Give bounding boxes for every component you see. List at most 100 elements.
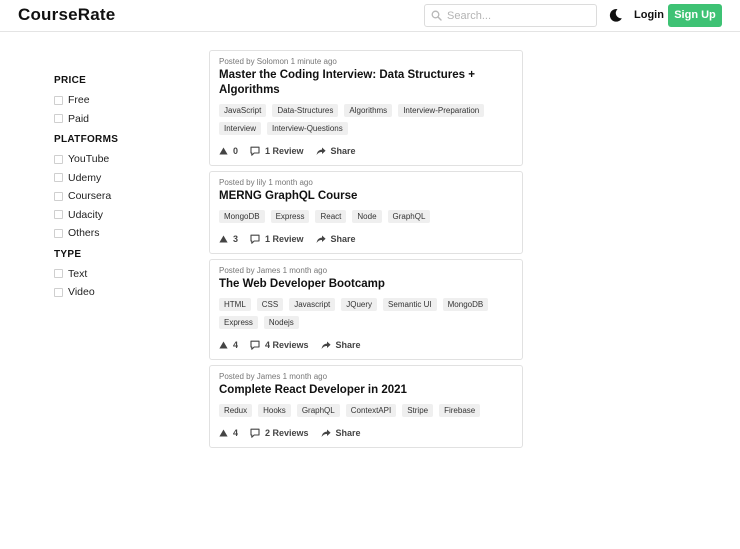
tag-express[interactable]: Express [270,210,310,223]
tag-contextapi[interactable]: ContextAPI [345,404,397,417]
tag-javascript[interactable]: JavaScript [219,104,267,117]
filter-option-others[interactable]: Others [54,224,194,243]
tag-interview[interactable]: Interview [219,122,262,135]
course-title[interactable]: MERNG GraphQL Course [219,189,513,204]
tag-express[interactable]: Express [219,316,258,329]
filter-group-title: PLATFORMS [54,134,119,145]
filter-option-youtube[interactable]: YouTube [54,150,194,169]
reviews-label: 1 Review [265,234,304,244]
comment-icon [250,340,260,350]
filter-option-label: Video [68,286,95,299]
upvote-arrow-icon [219,235,228,243]
filter-option-label: Free [68,94,90,107]
filter-checkbox[interactable] [54,228,63,238]
filter-group-price: PRICE Free Paid [54,74,194,128]
course-card: Posted by James 1 month ago Complete Reac… [209,365,523,448]
tag-stripe[interactable]: Stripe [402,404,434,417]
share-icon [321,429,331,437]
tag-node[interactable]: Node [352,210,382,223]
search-input[interactable] [447,7,592,24]
course-title[interactable]: Complete React Developer in 2021 [219,383,513,398]
filter-group-title: PRICE [54,75,87,86]
filter-option-label: Udemy [68,171,102,184]
filter-option-video[interactable]: Video [54,283,194,302]
filter-group-type: TYPE Text Video [54,248,194,302]
filter-group-title: TYPE [54,248,82,260]
reviews-button[interactable]: 4 Reviews [250,340,309,350]
course-meta: Posted by Solomon 1 minute ago [219,57,337,66]
filter-option-udemy[interactable]: Udemy [54,169,194,188]
tag-data-structures[interactable]: Data-Structures [272,104,339,117]
share-icon [321,341,331,349]
login-button[interactable]: Login [634,9,664,21]
tag-firebase[interactable]: Firebase [439,404,481,417]
search-box[interactable] [424,4,597,27]
tag-interview-questions[interactable]: Interview-Questions [267,122,348,135]
tag-jquery[interactable]: JQuery [341,298,378,311]
tag-interview-preparation[interactable]: Interview-Preparation [398,104,485,117]
upvote-arrow-icon [219,429,228,437]
filter-checkbox[interactable] [54,154,63,164]
vote-count: 4 [233,428,239,438]
tag-html[interactable]: HTML [219,298,251,311]
tag-javascript[interactable]: Javascript [289,298,336,311]
course-title[interactable]: The Web Developer Bootcamp [219,277,513,292]
share-button[interactable]: Share [316,234,356,244]
tag-algorithms[interactable]: Algorithms [344,104,393,117]
tag-css[interactable]: CSS [256,298,284,311]
filter-checkbox[interactable] [54,114,63,124]
filter-checkbox[interactable] [54,210,63,220]
filter-checkbox[interactable] [54,95,63,105]
course-meta: Posted by James 1 month ago [219,266,328,275]
filter-option-coursera[interactable]: Coursera [54,187,194,206]
vote-count: 0 [233,146,239,156]
comment-icon [250,428,260,438]
course-meta: Posted by lily 1 month ago [219,178,313,187]
course-meta: Posted by James 1 month ago [219,372,328,381]
upvote-button[interactable]: 3 [219,234,238,244]
share-button[interactable]: Share [316,146,356,156]
reviews-button[interactable]: 1 Review [250,146,304,156]
top-navbar: CourseRate Login Sign Up [0,0,740,32]
upvote-button[interactable]: 0 [219,146,238,156]
filter-option-udacity[interactable]: Udacity [54,206,194,225]
tag-mongodb[interactable]: MongoDB [442,298,489,311]
course-actions: 0 1 Review Share [219,144,513,158]
course-title[interactable]: Master the Coding Interview: Data Struct… [219,68,513,98]
reviews-label: 1 Review [265,146,304,156]
tag-graphql[interactable]: GraphQL [296,404,340,417]
filter-checkbox[interactable] [54,287,63,297]
site-logo[interactable]: CourseRate [18,5,115,25]
tag-nodejs[interactable]: Nodejs [263,316,299,329]
tag-mongodb[interactable]: MongoDB [219,210,265,223]
course-tags: MongoDB Express React Node GraphQL [219,210,513,228]
filter-option-free[interactable]: Free [54,91,194,110]
filter-checkbox[interactable] [54,269,63,279]
filter-checkbox[interactable] [54,191,63,201]
tag-hooks[interactable]: Hooks [258,404,291,417]
filter-checkbox[interactable] [54,173,63,183]
reviews-label: 2 Reviews [265,428,309,438]
upvote-button[interactable]: 4 [219,340,238,350]
upvote-button[interactable]: 4 [219,428,238,438]
dark-mode-toggle-icon[interactable] [608,8,623,23]
share-button[interactable]: Share [321,428,361,438]
filter-option-text[interactable]: Text [54,265,194,284]
vote-count: 3 [233,234,239,244]
course-list: Posted by Solomon 1 minute ago Master the… [209,50,523,453]
comment-icon [250,146,260,156]
tag-redux[interactable]: Redux [219,404,253,417]
share-button[interactable]: Share [321,340,361,350]
tag-graphql[interactable]: GraphQL [387,210,431,223]
upvote-arrow-icon [219,147,228,155]
tag-semantic-ui[interactable]: Semantic UI [383,298,437,311]
signup-button[interactable]: Sign Up [668,4,722,27]
comment-icon [250,234,260,244]
reviews-button[interactable]: 1 Review [250,234,304,244]
tag-react[interactable]: React [315,210,347,223]
filter-group-platforms: PLATFORMS YouTube Udemy Coursera Udacity Othe… [54,133,194,243]
reviews-button[interactable]: 2 Reviews [250,428,309,438]
search-icon [431,10,442,21]
filter-option-paid[interactable]: Paid [54,110,194,129]
course-tags: Redux Hooks GraphQL ContextAPI Stripe Firebas… [219,404,513,422]
